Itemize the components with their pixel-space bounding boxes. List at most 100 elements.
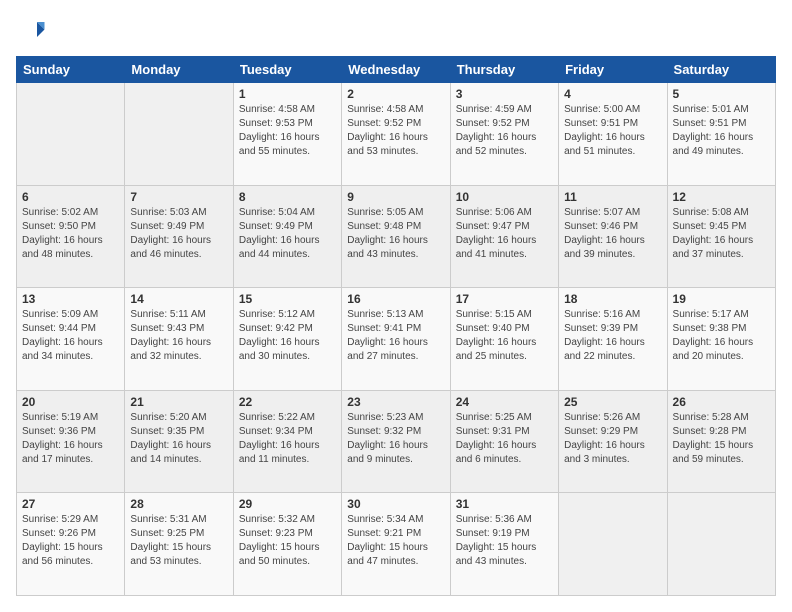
calendar-cell [667,493,775,596]
day-number: 6 [22,190,119,204]
day-number: 30 [347,497,444,511]
day-detail: Sunrise: 5:32 AM Sunset: 9:23 PM Dayligh… [239,513,336,569]
day-number: 29 [239,497,336,511]
calendar-cell: 13 Sunrise: 5:09 AM Sunset: 9:44 PM Dayli… [17,288,125,391]
day-detail: Sunrise: 4:58 AM Sunset: 9:52 PM Dayligh… [347,103,444,159]
day-detail: Sunrise: 5:34 AM Sunset: 9:21 PM Dayligh… [347,513,444,569]
calendar-cell: 15 Sunrise: 5:12 AM Sunset: 9:42 PM Dayli… [233,288,341,391]
calendar-cell: 26 Sunrise: 5:28 AM Sunset: 9:28 PM Dayli… [667,390,775,493]
calendar-cell: 7Sunrise: 5:03 AM Sunset: 9:49 PM Daylig… [125,185,233,288]
day-number: 27 [22,497,119,511]
day-number: 19 [673,292,770,306]
day-number: 28 [130,497,227,511]
day-detail: Sunrise: 5:04 AM Sunset: 9:49 PM Dayligh… [239,206,336,262]
day-detail: Sunrise: 5:17 AM Sunset: 9:38 PM Dayligh… [673,308,770,364]
day-number: 18 [564,292,661,306]
calendar-cell: 9Sunrise: 5:05 AM Sunset: 9:48 PM Daylig… [342,185,450,288]
calendar-cell: 14Sunrise: 5:11 AM Sunset: 9:43 PM Dayli… [125,288,233,391]
day-detail: Sunrise: 4:59 AM Sunset: 9:52 PM Dayligh… [456,103,553,159]
day-number: 13 [22,292,119,306]
calendar-cell: 28 Sunrise: 5:31 AM Sunset: 9:25 PM Dayli… [125,493,233,596]
day-detail: Sunrise: 5:08 AM Sunset: 9:45 PM Dayligh… [673,206,770,262]
logo-icon [16,16,46,46]
logo [16,16,50,46]
weekday-header-sunday: Sunday [17,57,125,83]
day-number: 8 [239,190,336,204]
day-number: 4 [564,87,661,101]
day-detail: Sunrise: 5:13 AM Sunset: 9:41 PM Dayligh… [347,308,444,364]
day-number: 12 [673,190,770,204]
day-detail: Sunrise: 5:11 AM Sunset: 9:43 PM Dayligh… [130,308,227,364]
day-detail: Sunrise: 5:12 AM Sunset: 9:42 PM Dayligh… [239,308,336,364]
day-detail: Sunrise: 5:25 AM Sunset: 9:31 PM Dayligh… [456,411,553,467]
day-number: 16 [347,292,444,306]
weekday-header-saturday: Saturday [667,57,775,83]
calendar-cell: 10Sunrise: 5:06 AM Sunset: 9:47 PM Dayli… [450,185,558,288]
calendar-cell: 22 Sunrise: 5:22 AM Sunset: 9:34 PM Dayli… [233,390,341,493]
calendar-cell: 5Sunrise: 5:01 AM Sunset: 9:51 PM Daylig… [667,83,775,186]
calendar-week-row: 6 Sunrise: 5:02 AM Sunset: 9:50 PM Daylig… [17,185,776,288]
day-number: 7 [130,190,227,204]
day-number: 23 [347,395,444,409]
calendar-cell: 12 Sunrise: 5:08 AM Sunset: 9:45 PM Dayli… [667,185,775,288]
calendar-cell: 1 Sunrise: 4:58 AM Sunset: 9:53 PM Daylig… [233,83,341,186]
day-number: 2 [347,87,444,101]
calendar-cell: 4Sunrise: 5:00 AM Sunset: 9:51 PM Daylig… [559,83,667,186]
day-number: 20 [22,395,119,409]
calendar-cell: 21Sunrise: 5:20 AM Sunset: 9:35 PM Dayli… [125,390,233,493]
day-number: 1 [239,87,336,101]
day-number: 31 [456,497,553,511]
day-detail: Sunrise: 5:36 AM Sunset: 9:19 PM Dayligh… [456,513,553,569]
calendar-cell [17,83,125,186]
weekday-header-friday: Friday [559,57,667,83]
header [16,16,776,46]
weekday-header-row: SundayMondayTuesdayWednesdayThursdayFrid… [17,57,776,83]
day-detail: Sunrise: 5:29 AM Sunset: 9:26 PM Dayligh… [22,513,119,569]
calendar-cell: 18 Sunrise: 5:16 AM Sunset: 9:39 PM Dayli… [559,288,667,391]
day-detail: Sunrise: 5:09 AM Sunset: 9:44 PM Dayligh… [22,308,119,364]
day-number: 5 [673,87,770,101]
day-number: 15 [239,292,336,306]
day-detail: Sunrise: 5:28 AM Sunset: 9:28 PM Dayligh… [673,411,770,467]
calendar-cell [559,493,667,596]
weekday-header-wednesday: Wednesday [342,57,450,83]
day-detail: Sunrise: 5:23 AM Sunset: 9:32 PM Dayligh… [347,411,444,467]
calendar-cell: 3 Sunrise: 4:59 AM Sunset: 9:52 PM Daylig… [450,83,558,186]
day-number: 26 [673,395,770,409]
day-number: 22 [239,395,336,409]
day-detail: Sunrise: 5:16 AM Sunset: 9:39 PM Dayligh… [564,308,661,364]
page: SundayMondayTuesdayWednesdayThursdayFrid… [0,0,792,612]
weekday-header-thursday: Thursday [450,57,558,83]
day-detail: Sunrise: 5:31 AM Sunset: 9:25 PM Dayligh… [130,513,227,569]
calendar-cell [125,83,233,186]
day-number: 21 [130,395,227,409]
calendar-cell: 31 Sunrise: 5:36 AM Sunset: 9:19 PM Dayli… [450,493,558,596]
day-detail: Sunrise: 5:05 AM Sunset: 9:48 PM Dayligh… [347,206,444,262]
calendar-cell: 16 Sunrise: 5:13 AM Sunset: 9:41 PM Dayli… [342,288,450,391]
calendar-cell: 27 Sunrise: 5:29 AM Sunset: 9:26 PM Dayli… [17,493,125,596]
calendar-cell: 30 Sunrise: 5:34 AM Sunset: 9:21 PM Dayli… [342,493,450,596]
calendar-cell: 8 Sunrise: 5:04 AM Sunset: 9:49 PM Daylig… [233,185,341,288]
day-number: 25 [564,395,661,409]
day-number: 11 [564,190,661,204]
day-number: 3 [456,87,553,101]
calendar-cell: 25Sunrise: 5:26 AM Sunset: 9:29 PM Dayli… [559,390,667,493]
day-detail: Sunrise: 5:19 AM Sunset: 9:36 PM Dayligh… [22,411,119,467]
day-detail: Sunrise: 5:22 AM Sunset: 9:34 PM Dayligh… [239,411,336,467]
day-detail: Sunrise: 4:58 AM Sunset: 9:53 PM Dayligh… [239,103,336,159]
calendar-cell: 19 Sunrise: 5:17 AM Sunset: 9:38 PM Dayli… [667,288,775,391]
calendar-week-row: 13 Sunrise: 5:09 AM Sunset: 9:44 PM Dayli… [17,288,776,391]
day-detail: Sunrise: 5:15 AM Sunset: 9:40 PM Dayligh… [456,308,553,364]
day-number: 17 [456,292,553,306]
day-detail: Sunrise: 5:02 AM Sunset: 9:50 PM Dayligh… [22,206,119,262]
calendar-cell: 29 Sunrise: 5:32 AM Sunset: 9:23 PM Dayli… [233,493,341,596]
weekday-header-monday: Monday [125,57,233,83]
calendar-cell: 17 Sunrise: 5:15 AM Sunset: 9:40 PM Dayli… [450,288,558,391]
calendar-table: SundayMondayTuesdayWednesdayThursdayFrid… [16,56,776,596]
day-number: 10 [456,190,553,204]
day-detail: Sunrise: 5:07 AM Sunset: 9:46 PM Dayligh… [564,206,661,262]
weekday-header-tuesday: Tuesday [233,57,341,83]
calendar-cell: 11 Sunrise: 5:07 AM Sunset: 9:46 PM Dayli… [559,185,667,288]
calendar-cell: 20 Sunrise: 5:19 AM Sunset: 9:36 PM Dayli… [17,390,125,493]
calendar-cell: 24Sunrise: 5:25 AM Sunset: 9:31 PM Dayli… [450,390,558,493]
